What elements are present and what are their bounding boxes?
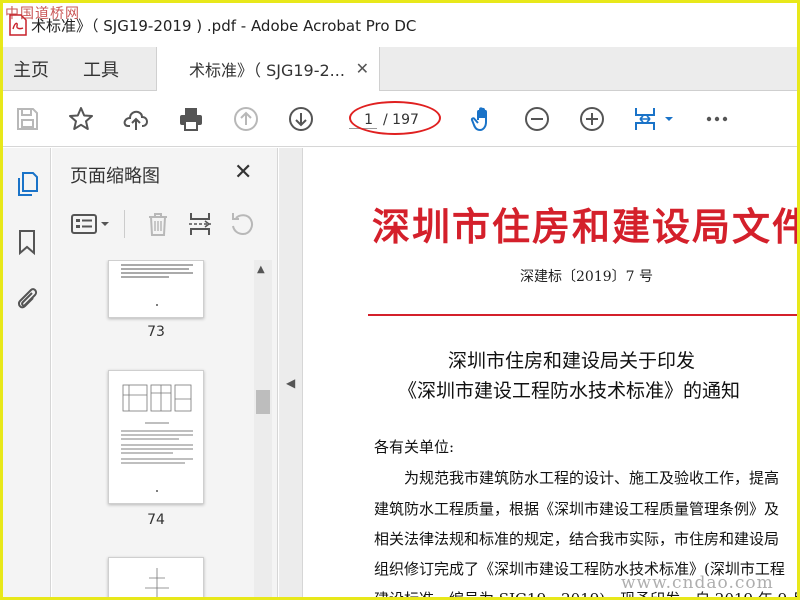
- hand-tool-icon[interactable]: [467, 103, 499, 135]
- next-page-icon[interactable]: [285, 103, 317, 135]
- bookmark-star-icon[interactable]: [65, 103, 97, 135]
- thumbnail-label: 73: [147, 324, 165, 340]
- tab-document[interactable]: 术标准》（ SJG19-2... ✕: [156, 47, 380, 91]
- document-salutation: 各有关单位:: [374, 438, 455, 456]
- window-frame: 术标准》（ SJG19-2019 ) .pdf - Adobe Acrobat …: [0, 0, 800, 600]
- more-options-icon[interactable]: [701, 103, 733, 135]
- page-total: / 197: [383, 112, 419, 128]
- document-title-line: 深圳市住房和建设局关于印发: [448, 350, 696, 372]
- tab-tools[interactable]: 工具: [67, 47, 157, 90]
- page-number-input[interactable]: 1: [349, 112, 377, 129]
- scroll-up-icon[interactable]: ▲: [257, 264, 265, 275]
- page-thumbnail[interactable]: [108, 370, 204, 504]
- page-thumbnails-icon[interactable]: [11, 168, 43, 200]
- document-title-line: 《深圳市建设工程防水技术标准》的通知: [398, 380, 741, 402]
- delete-page-icon[interactable]: [142, 208, 174, 240]
- zoom-in-icon[interactable]: [576, 103, 608, 135]
- print-icon[interactable]: [175, 103, 207, 135]
- document-body-line: 相关法律法规和标准的规定，结合我市实际，市住房和建设局: [374, 530, 780, 548]
- document-tab-label: 术标准》（ SJG19-2...: [189, 61, 345, 80]
- collapse-arrow-icon[interactable]: ◀: [286, 376, 295, 390]
- thumbnail-scrollbar[interactable]: ▲: [254, 260, 272, 597]
- window-title: 术标准》（ SJG19-2019 ) .pdf - Adobe Acrobat …: [31, 16, 417, 35]
- thumbnail-options-dropdown[interactable]: [70, 208, 114, 240]
- page-thumbnail[interactable]: [108, 260, 204, 318]
- document-body-line: 为规范我市建筑防水工程的设计、施工及验收工作，提高: [404, 469, 780, 487]
- document-header: 深圳市住房和建设局文件: [372, 204, 800, 249]
- scrollbar-thumb[interactable]: [256, 390, 270, 414]
- save-icon[interactable]: [11, 103, 43, 135]
- document-body-line: 建筑防水工程质量，根据《深圳市建设工程质量管理条例》及: [374, 500, 780, 518]
- tab-bar: 主页 工具 术标准》（ SJG19-2... ✕: [3, 47, 797, 91]
- fit-page-dropdown[interactable]: [631, 103, 677, 135]
- header-rule: [368, 314, 797, 316]
- watermark-top: 中国道桥网: [5, 6, 80, 22]
- toolbar-divider: [124, 210, 125, 238]
- rotate-page-icon[interactable]: [226, 208, 258, 240]
- thumbnail-list[interactable]: 73 74: [52, 260, 278, 597]
- watermark-bottom: www.cndao.com: [621, 573, 774, 593]
- panel-title: 页面缩略图: [70, 166, 160, 187]
- page-indicator: 1 / 197: [349, 108, 441, 132]
- document-view[interactable]: 深圳市住房和建设局文件 深建标〔2019〕7 号 深圳市住房和建设局关于印发 《…: [304, 148, 800, 597]
- insert-page-icon[interactable]: [184, 208, 216, 240]
- document-number: 深建标〔2019〕7 号: [520, 269, 653, 285]
- thumbnail-panel: 页面缩略图 ✕ 73 74 ▲: [52, 148, 278, 597]
- toolbar: 1 / 197: [3, 91, 797, 147]
- bookmarks-icon[interactable]: [11, 226, 43, 258]
- close-panel-icon[interactable]: ✕: [234, 160, 252, 185]
- upload-cloud-icon[interactable]: [120, 103, 152, 135]
- thumbnail-tools: [52, 200, 278, 256]
- tab-home[interactable]: 主页: [3, 47, 67, 90]
- attachments-icon[interactable]: [11, 282, 43, 314]
- zoom-out-icon[interactable]: [521, 103, 553, 135]
- page-thumbnail[interactable]: [108, 557, 204, 597]
- previous-page-icon[interactable]: [230, 103, 262, 135]
- panel-collapse-handle[interactable]: ◀: [279, 148, 303, 597]
- left-rail: [3, 148, 51, 597]
- thumbnail-label: 74: [147, 512, 165, 528]
- close-tab-icon[interactable]: ✕: [356, 59, 369, 78]
- title-bar: 术标准》（ SJG19-2019 ) .pdf - Adobe Acrobat …: [3, 3, 797, 47]
